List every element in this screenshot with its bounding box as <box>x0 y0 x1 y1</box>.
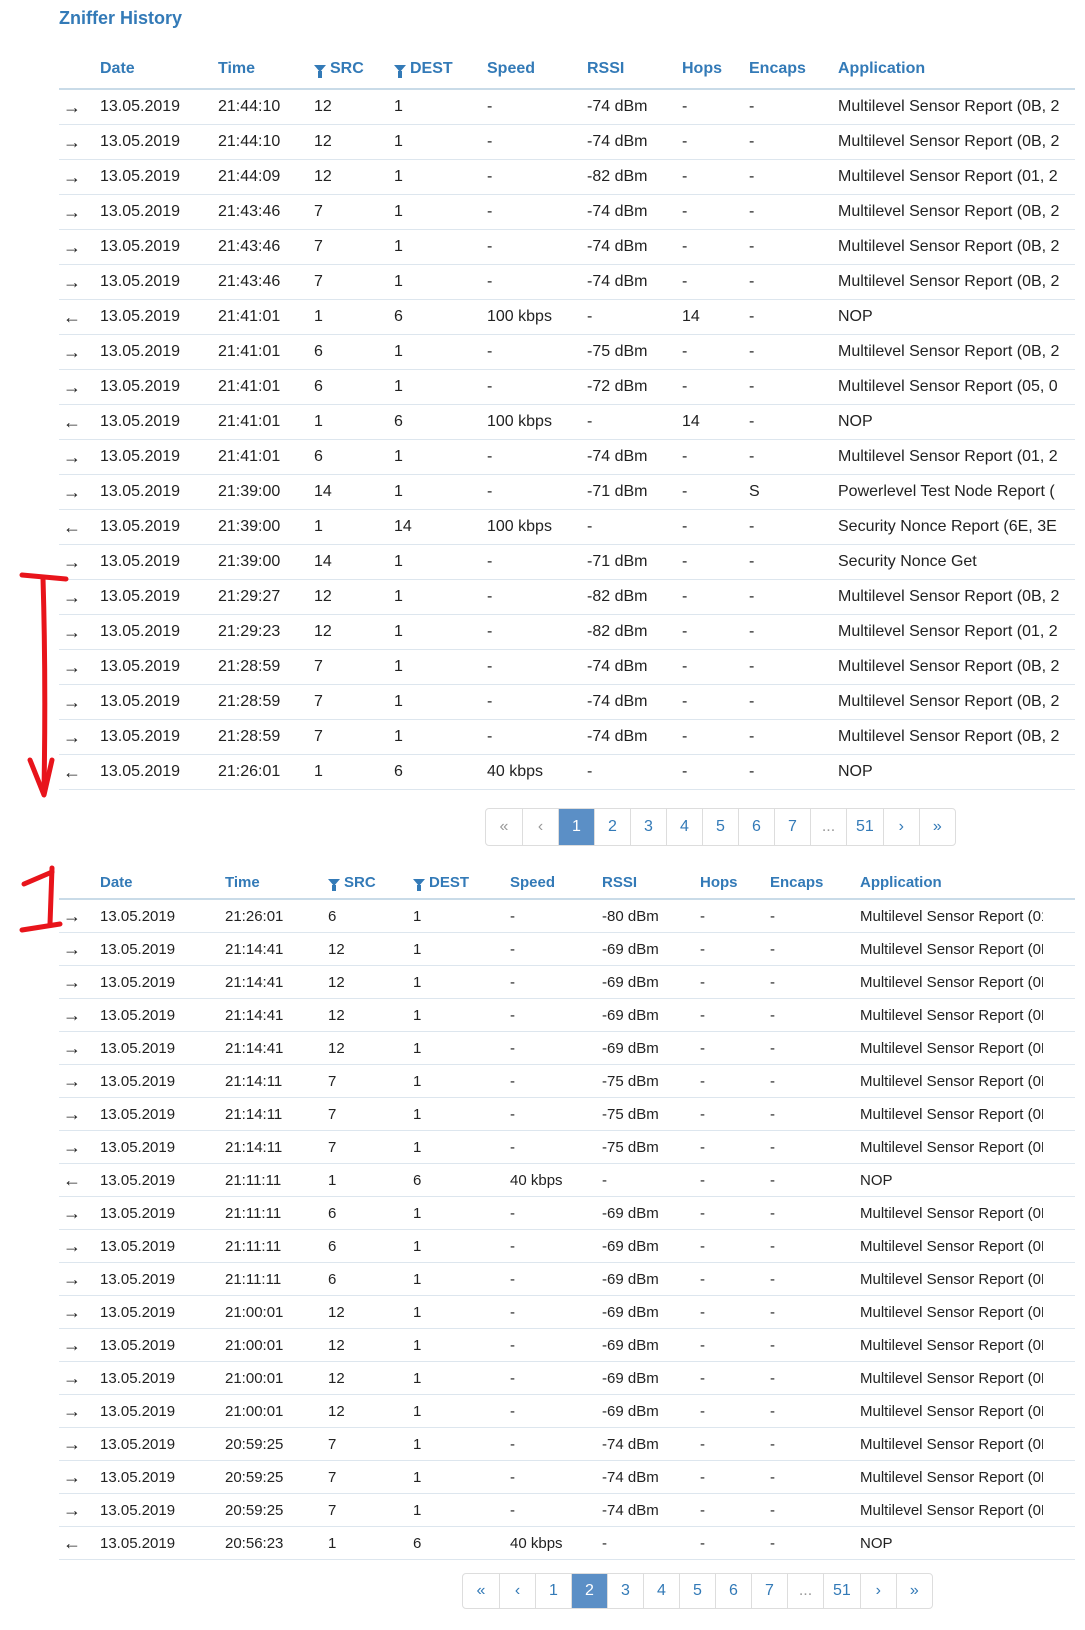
red-annotation-marks <box>19 572 69 933</box>
annotation-marker-base <box>19 921 63 933</box>
annotation-arrow-head <box>27 757 55 798</box>
annotation-arrow <box>19 572 69 798</box>
annotation-marker-top <box>21 869 55 887</box>
annotation-page-marker <box>19 865 63 933</box>
annotation-marker-stem <box>47 865 55 927</box>
annotation-arrow-shaft <box>40 575 48 793</box>
